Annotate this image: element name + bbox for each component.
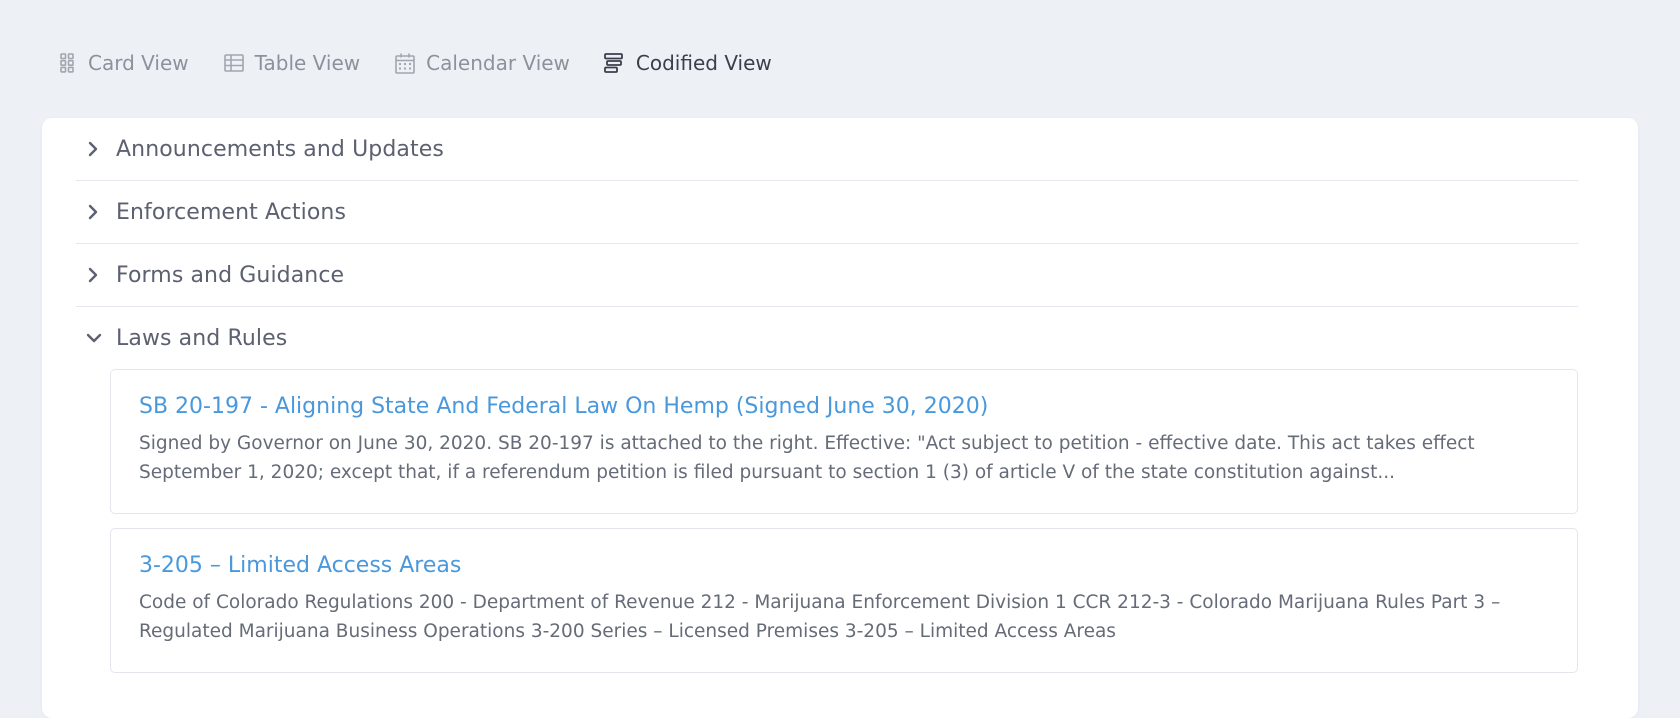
tab-label: Calendar View	[426, 51, 570, 75]
calendar-icon	[394, 52, 416, 74]
entry-description: Code of Colorado Regulations 200 - Depar…	[139, 592, 1501, 642]
chevron-right-icon	[86, 197, 116, 227]
tab-label: Table View	[254, 51, 361, 75]
tab-label: Codified View	[635, 51, 772, 75]
tab-label: Card View	[88, 51, 189, 75]
section-forms-and-guidance[interactable]: Forms and Guidance	[76, 244, 1578, 307]
chevron-right-icon	[86, 134, 116, 164]
section-title: Announcements and Updates	[116, 136, 444, 162]
entry-title-link[interactable]: SB 20-197 - Aligning State And Federal L…	[139, 394, 1549, 419]
list-item: 3-205 – Limited Access Areas Code of Col…	[110, 528, 1578, 673]
tab-card-view[interactable]: Card View	[56, 51, 189, 75]
section-announcements-and-updates[interactable]: Announcements and Updates	[76, 118, 1578, 181]
chevron-down-icon	[86, 323, 116, 353]
grid-icon	[56, 52, 78, 74]
entry-description: Signed by Governor on June 30, 2020. SB …	[139, 433, 1475, 483]
list-item: SB 20-197 - Aligning State And Federal L…	[110, 369, 1578, 514]
chevron-right-icon	[86, 260, 116, 290]
section-list: Announcements and Updates Enforcement Ac…	[76, 118, 1578, 687]
laws-and-rules-entries: SB 20-197 - Aligning State And Federal L…	[76, 369, 1578, 673]
tab-codified-view[interactable]: Codified View	[604, 51, 772, 75]
section-enforcement-actions[interactable]: Enforcement Actions	[76, 181, 1578, 244]
codified-list-icon	[604, 52, 626, 74]
section-title: Forms and Guidance	[116, 262, 345, 288]
tab-table-view[interactable]: Table View	[223, 51, 361, 75]
codified-panel: Announcements and Updates Enforcement Ac…	[42, 118, 1638, 718]
entry-title-link[interactable]: 3-205 – Limited Access Areas	[139, 553, 1549, 578]
view-tabs: Card View Table View Calendar View Codif…	[56, 46, 772, 80]
tab-calendar-view[interactable]: Calendar View	[394, 51, 570, 75]
section-title: Laws and Rules	[116, 325, 288, 351]
section-title: Enforcement Actions	[116, 199, 347, 225]
section-laws-and-rules[interactable]: Laws and Rules	[76, 307, 1578, 369]
table-icon	[223, 52, 245, 74]
